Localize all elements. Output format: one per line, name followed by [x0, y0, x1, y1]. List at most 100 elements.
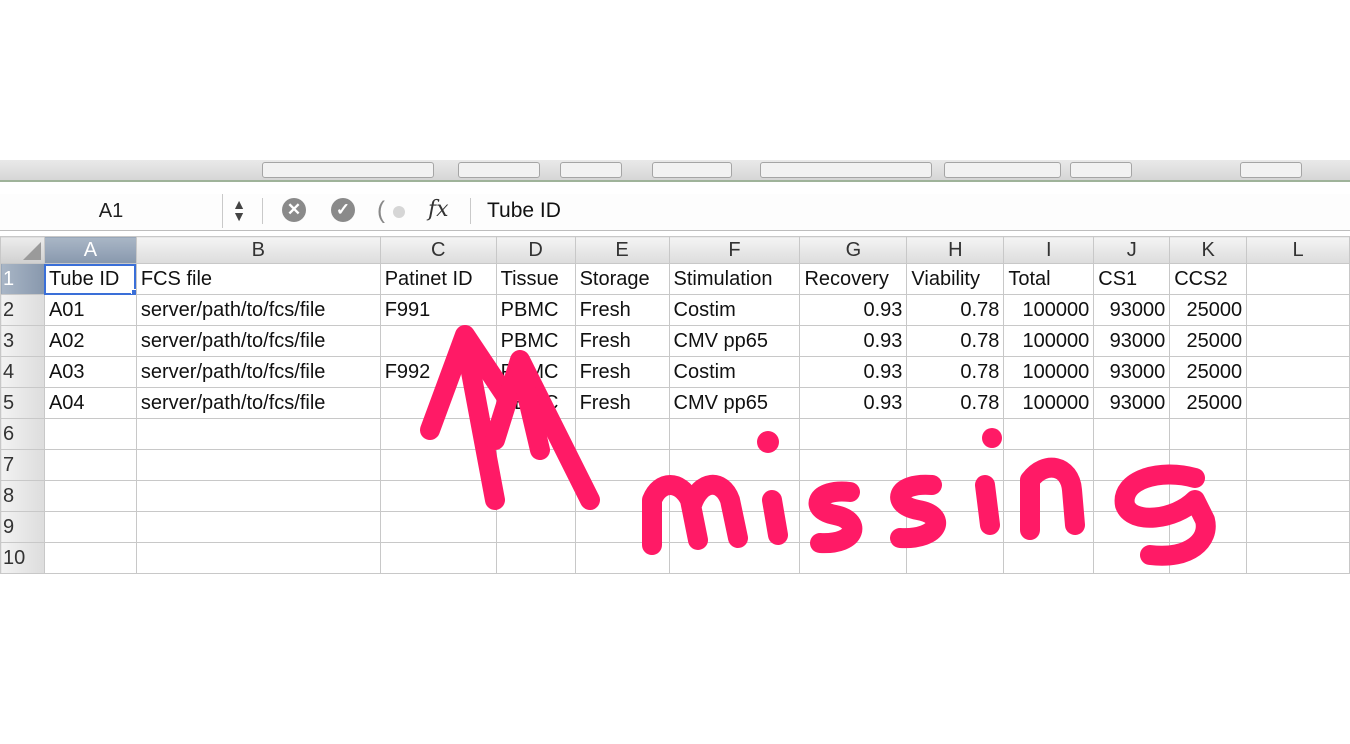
- column-header[interactable]: H: [906, 236, 1005, 264]
- name-box-stepper-icon[interactable]: ▲ ▼: [228, 197, 250, 224]
- cell-I1[interactable]: Total: [1003, 263, 1095, 295]
- cell-J9[interactable]: [1093, 511, 1171, 543]
- cell-E1[interactable]: Storage: [574, 263, 670, 295]
- cell-A9[interactable]: [43, 511, 137, 543]
- cell-F1[interactable]: Stimulation: [668, 263, 801, 295]
- cell-I10[interactable]: [1003, 542, 1095, 574]
- cell-H8[interactable]: [906, 480, 1005, 512]
- cell-D4[interactable]: PBMC: [495, 356, 576, 388]
- row-header[interactable]: 6: [0, 418, 45, 450]
- toolbar-button[interactable]: [1240, 162, 1302, 178]
- function-wizard-button[interactable]: (: [377, 196, 417, 226]
- cell-E6[interactable]: [574, 418, 670, 450]
- cell-D1[interactable]: Tissue: [495, 263, 576, 295]
- cell-D8[interactable]: [495, 480, 576, 512]
- cell-J3[interactable]: 93000: [1093, 325, 1171, 357]
- cell-C7[interactable]: [379, 449, 497, 481]
- cell-A1[interactable]: Tube ID: [43, 263, 137, 295]
- cell-F9[interactable]: [668, 511, 801, 543]
- cell-A2[interactable]: A01: [43, 294, 137, 326]
- cell-B7[interactable]: [135, 449, 381, 481]
- cell-B3[interactable]: server/path/to/fcs/file: [135, 325, 381, 357]
- column-header[interactable]: I: [1003, 236, 1095, 264]
- row-header[interactable]: 10: [0, 542, 45, 574]
- cell-C10[interactable]: [379, 542, 497, 574]
- cell-K4[interactable]: 25000: [1169, 356, 1248, 388]
- cell-I9[interactable]: [1003, 511, 1095, 543]
- toolbar-button[interactable]: [652, 162, 732, 178]
- cell-D9[interactable]: [495, 511, 576, 543]
- column-header[interactable]: B: [135, 236, 381, 264]
- cell-G3[interactable]: 0.93: [799, 325, 908, 357]
- row-header[interactable]: 4: [0, 356, 45, 388]
- cell-H7[interactable]: [906, 449, 1005, 481]
- column-header[interactable]: F: [668, 236, 801, 264]
- cell-A10[interactable]: [43, 542, 137, 574]
- cell-H6[interactable]: [906, 418, 1005, 450]
- cell-L4[interactable]: [1246, 356, 1350, 388]
- cell-G9[interactable]: [799, 511, 908, 543]
- cell-J1[interactable]: CS1: [1093, 263, 1171, 295]
- cell-E10[interactable]: [574, 542, 670, 574]
- cell-K6[interactable]: [1169, 418, 1248, 450]
- cell-C1[interactable]: Patinet ID: [379, 263, 497, 295]
- column-header[interactable]: J: [1093, 236, 1171, 264]
- column-header[interactable]: E: [574, 236, 670, 264]
- cell-I6[interactable]: [1003, 418, 1095, 450]
- cell-H9[interactable]: [906, 511, 1005, 543]
- cell-I2[interactable]: 100000: [1003, 294, 1095, 326]
- cell-L6[interactable]: [1246, 418, 1350, 450]
- cell-F4[interactable]: Costim: [668, 356, 801, 388]
- cell-A4[interactable]: A03: [43, 356, 137, 388]
- column-header[interactable]: C: [379, 236, 497, 264]
- cell-H10[interactable]: [906, 542, 1005, 574]
- cell-G7[interactable]: [799, 449, 908, 481]
- cell-H4[interactable]: 0.78: [906, 356, 1005, 388]
- cell-C5[interactable]: [379, 387, 497, 419]
- cell-K8[interactable]: [1169, 480, 1248, 512]
- cell-H5[interactable]: 0.78: [906, 387, 1005, 419]
- cell-K10[interactable]: [1169, 542, 1248, 574]
- row-header[interactable]: 8: [0, 480, 45, 512]
- cell-H2[interactable]: 0.78: [906, 294, 1005, 326]
- row-header[interactable]: 1: [0, 263, 45, 295]
- cell-I5[interactable]: 100000: [1003, 387, 1095, 419]
- confirm-icon[interactable]: ✓: [331, 198, 355, 222]
- fx-icon[interactable]: fx: [428, 194, 449, 228]
- cell-A3[interactable]: A02: [43, 325, 137, 357]
- cell-J5[interactable]: 93000: [1093, 387, 1171, 419]
- cell-I4[interactable]: 100000: [1003, 356, 1095, 388]
- cell-B2[interactable]: server/path/to/fcs/file: [135, 294, 381, 326]
- row-header[interactable]: 3: [0, 325, 45, 357]
- cell-F7[interactable]: [668, 449, 801, 481]
- row-header[interactable]: 9: [0, 511, 45, 543]
- cell-B1[interactable]: FCS file: [135, 263, 381, 295]
- cell-H3[interactable]: 0.78: [906, 325, 1005, 357]
- cell-C4[interactable]: F992: [379, 356, 497, 388]
- cell-I7[interactable]: [1003, 449, 1095, 481]
- cell-E5[interactable]: Fresh: [574, 387, 670, 419]
- cell-K9[interactable]: [1169, 511, 1248, 543]
- cell-F2[interactable]: Costim: [668, 294, 801, 326]
- cell-A5[interactable]: A04: [43, 387, 137, 419]
- cell-F8[interactable]: [668, 480, 801, 512]
- cell-J4[interactable]: 93000: [1093, 356, 1171, 388]
- cell-K7[interactable]: [1169, 449, 1248, 481]
- formula-input[interactable]: Tube ID: [487, 194, 561, 228]
- cell-D7[interactable]: [495, 449, 576, 481]
- cell-J6[interactable]: [1093, 418, 1171, 450]
- column-header[interactable]: G: [799, 236, 908, 264]
- cell-D3[interactable]: PBMC: [495, 325, 576, 357]
- cell-L7[interactable]: [1246, 449, 1350, 481]
- cell-J2[interactable]: 93000: [1093, 294, 1171, 326]
- cell-C8[interactable]: [379, 480, 497, 512]
- cell-B8[interactable]: [135, 480, 381, 512]
- cell-J10[interactable]: [1093, 542, 1171, 574]
- cell-D6[interactable]: [495, 418, 576, 450]
- cell-G10[interactable]: [799, 542, 908, 574]
- toolbar-button[interactable]: [560, 162, 622, 178]
- cell-E8[interactable]: [574, 480, 670, 512]
- cell-G8[interactable]: [799, 480, 908, 512]
- cell-C3[interactable]: [379, 325, 497, 357]
- cell-J7[interactable]: [1093, 449, 1171, 481]
